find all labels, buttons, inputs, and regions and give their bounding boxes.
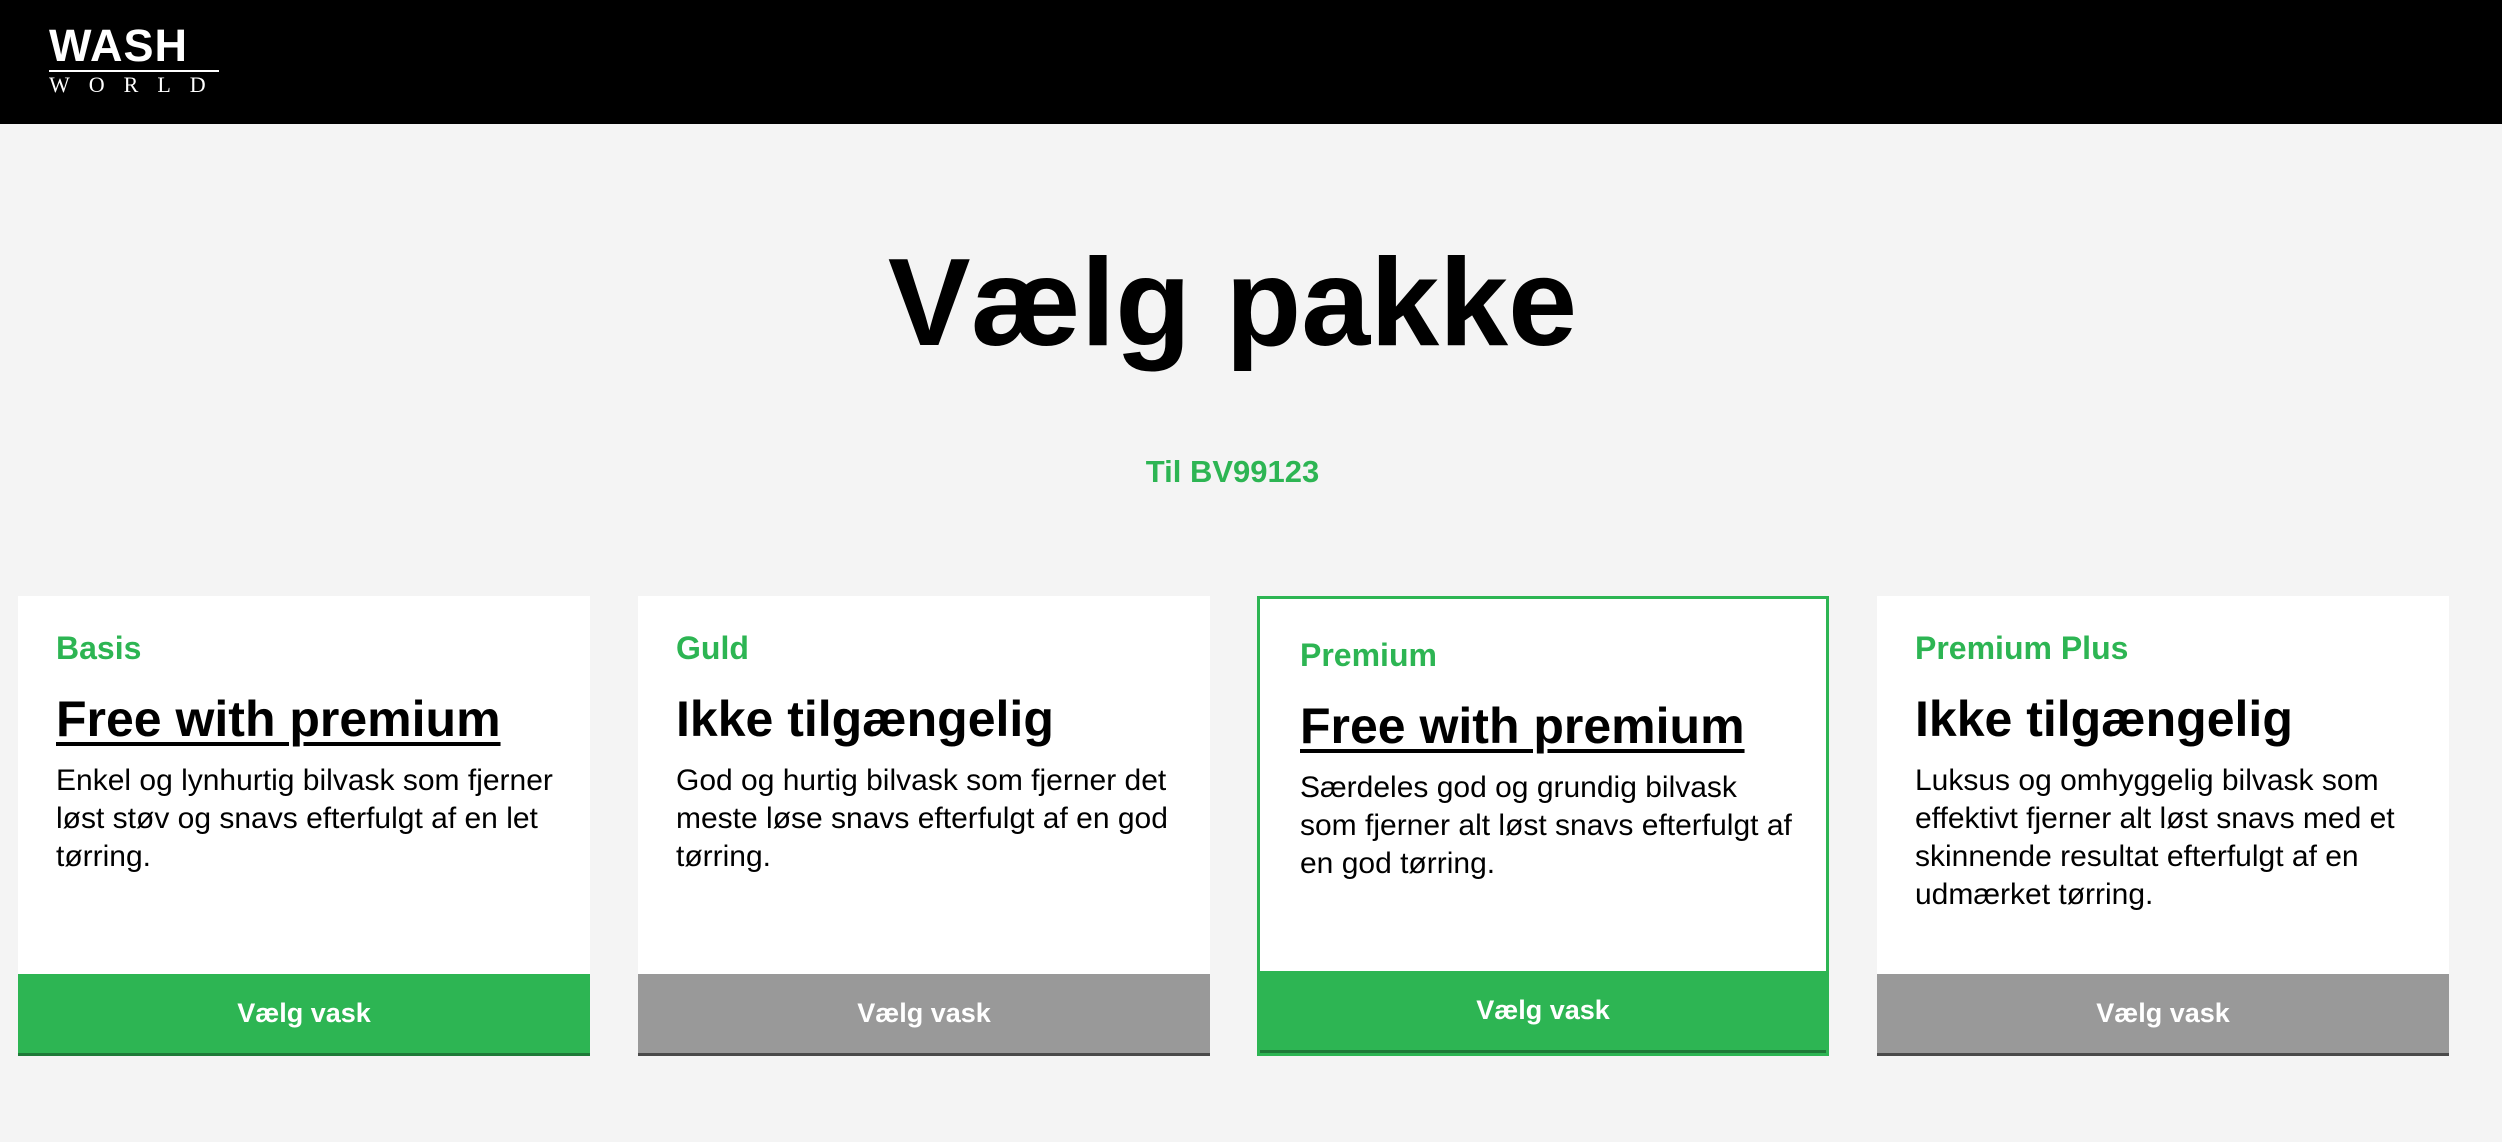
choose-wash-button[interactable]: Vælg vask <box>638 974 1210 1056</box>
page-title: Vælg pakke <box>887 234 1578 372</box>
package-name: Premium <box>1300 637 1437 673</box>
package-card-premium-plus: Premium Plus Ikke tilgængelig Luksus og … <box>1877 596 2449 1056</box>
package-card-basis: Basis Free with premium Enkel og lynhurt… <box>18 596 590 1056</box>
choose-wash-button[interactable]: Vælg vask <box>1260 971 1826 1053</box>
package-price: Ikke tilgængelig <box>1915 691 2293 747</box>
package-description: Særdeles god og grundig bilvask som fjer… <box>1300 771 1792 880</box>
license-plate-subtitle: Til BV99123 <box>1145 454 1320 489</box>
package-price: Free with premium <box>56 691 501 747</box>
logo-wordmark-bottom: WORLD <box>49 72 225 97</box>
package-description: Luksus og omhyggelig bilvask som effekti… <box>1915 764 2395 911</box>
top-bar: WASH WORLD <box>0 0 2502 124</box>
package-name: Guld <box>676 630 749 666</box>
choose-wash-button[interactable]: Vælg vask <box>1877 974 2449 1056</box>
package-price: Free with premium <box>1300 698 1745 754</box>
package-description: Enkel og lynhurtig bilvask som fjerner l… <box>56 764 553 873</box>
package-card-premium: Premium Free with premium Særdeles god o… <box>1257 596 1829 1056</box>
package-price: Ikke tilgængelig <box>676 691 1054 747</box>
wash-world-logo[interactable]: WASH WORLD <box>49 20 225 98</box>
package-name: Basis <box>56 630 142 666</box>
logo-wordmark-top: WASH <box>49 20 188 71</box>
package-card-guld: Guld Ikke tilgængelig God og hurtig bilv… <box>638 596 1210 1056</box>
package-description: God og hurtig bilvask som fjerner det me… <box>676 764 1168 873</box>
package-name: Premium Plus <box>1915 630 2129 666</box>
choose-wash-button[interactable]: Vælg vask <box>18 974 590 1056</box>
